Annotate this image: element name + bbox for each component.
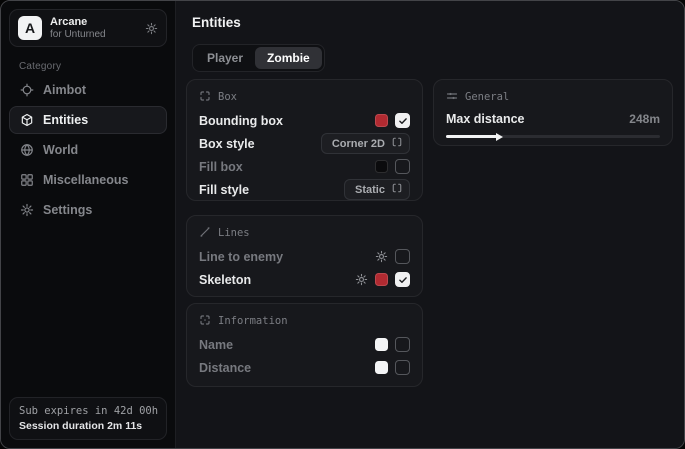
fill-box-checkbox[interactable] bbox=[395, 159, 410, 174]
general-card: General Max distance 248m bbox=[433, 79, 673, 146]
app-name: Arcane bbox=[50, 16, 137, 29]
row-label: Line to enemy bbox=[199, 250, 283, 264]
sub-expires-text: Sub expires in 42d 00h bbox=[19, 405, 157, 417]
line-icon bbox=[199, 226, 211, 241]
color-swatch[interactable] bbox=[375, 114, 388, 127]
row-label: Box style bbox=[199, 137, 255, 151]
sidebar-item-label: Aimbot bbox=[43, 83, 86, 97]
sidebar-nav: Aimbot Entities World bbox=[9, 76, 167, 224]
bounding-box-checkbox[interactable] bbox=[395, 113, 410, 128]
select-brackets-icon bbox=[392, 183, 402, 196]
name-checkbox[interactable] bbox=[395, 337, 410, 352]
max-distance-row: Max distance 248m bbox=[446, 109, 660, 129]
gear-icon[interactable] bbox=[355, 273, 368, 286]
dropdown-value: Corner 2D bbox=[332, 138, 385, 150]
app-subtitle: for Unturned bbox=[50, 29, 137, 41]
skeleton-checkbox[interactable] bbox=[395, 272, 410, 287]
subscription-card: Sub expires in 42d 00h Session duration … bbox=[9, 397, 167, 440]
crosshair-icon bbox=[20, 83, 34, 97]
bounding-box-row: Bounding box bbox=[199, 109, 410, 132]
row-label: Name bbox=[199, 338, 233, 352]
tab-zombie[interactable]: Zombie bbox=[255, 47, 322, 69]
row-label: Skeleton bbox=[199, 273, 251, 287]
sidebar-item-world[interactable]: World bbox=[9, 136, 167, 164]
dropdown-value: Static bbox=[355, 184, 385, 196]
sidebar-item-aimbot[interactable]: Aimbot bbox=[9, 76, 167, 104]
gear-icon bbox=[20, 203, 34, 217]
session-duration-text: Session duration 2m 11s bbox=[19, 420, 157, 432]
card-title: Box bbox=[218, 91, 237, 103]
arcane-window: A Arcane for Unturned Category bbox=[0, 0, 685, 449]
sliders-icon bbox=[446, 90, 458, 105]
gear-icon[interactable] bbox=[375, 250, 388, 263]
lines-card: Lines Line to enemy Ske bbox=[186, 215, 423, 297]
color-swatch[interactable] bbox=[375, 338, 388, 351]
card-title: Information bbox=[218, 315, 288, 327]
page-title: Entities bbox=[192, 15, 241, 30]
entity-tabs: Player Zombie bbox=[192, 44, 325, 72]
app-logo: A bbox=[18, 16, 42, 40]
skeleton-row: Skeleton bbox=[199, 268, 410, 291]
slider-thumb[interactable] bbox=[496, 133, 503, 141]
app-logo-letter: A bbox=[25, 20, 35, 36]
select-brackets-icon bbox=[392, 137, 402, 150]
sidebar-item-settings[interactable]: Settings bbox=[9, 196, 167, 224]
fill-style-row: Fill style Static bbox=[199, 178, 410, 201]
cube-icon bbox=[20, 113, 34, 127]
distance-row: Distance bbox=[199, 356, 410, 379]
app-header-card: A Arcane for Unturned bbox=[9, 9, 167, 47]
tab-player[interactable]: Player bbox=[195, 47, 255, 69]
color-swatch[interactable] bbox=[375, 361, 388, 374]
line-to-enemy-checkbox[interactable] bbox=[395, 249, 410, 264]
gear-icon[interactable] bbox=[145, 22, 158, 35]
sidebar-item-label: World bbox=[43, 143, 78, 157]
row-label: Bounding box bbox=[199, 114, 283, 128]
row-label: Distance bbox=[199, 361, 251, 375]
sidebar-item-miscellaneous[interactable]: Miscellaneous bbox=[9, 166, 167, 194]
main-panel: Entities Player Zombie Box Bounding box bbox=[176, 1, 684, 448]
globe-icon bbox=[20, 143, 34, 157]
grid-icon bbox=[20, 173, 34, 187]
sidebar: A Arcane for Unturned Category bbox=[1, 1, 176, 448]
category-label: Category bbox=[19, 61, 167, 72]
sidebar-item-entities[interactable]: Entities bbox=[9, 106, 167, 134]
sidebar-item-label: Settings bbox=[43, 203, 92, 217]
card-title: General bbox=[465, 91, 509, 103]
slider-fill bbox=[446, 135, 497, 138]
fill-style-dropdown[interactable]: Static bbox=[344, 179, 410, 200]
row-label: Fill box bbox=[199, 160, 243, 174]
scan-corners-icon bbox=[199, 90, 211, 105]
card-title: Lines bbox=[218, 227, 250, 239]
max-distance-slider[interactable] bbox=[446, 135, 660, 138]
box-card: Box Bounding box Box style Corner 2D bbox=[186, 79, 423, 201]
sidebar-item-label: Entities bbox=[43, 113, 88, 127]
name-row: Name bbox=[199, 333, 410, 356]
max-distance-value: 248m bbox=[629, 112, 660, 126]
row-label: Max distance bbox=[446, 112, 525, 126]
distance-checkbox[interactable] bbox=[395, 360, 410, 375]
fill-box-row: Fill box bbox=[199, 155, 410, 178]
color-swatch[interactable] bbox=[375, 160, 388, 173]
color-swatch[interactable] bbox=[375, 273, 388, 286]
row-label: Fill style bbox=[199, 183, 249, 197]
line-to-enemy-row: Line to enemy bbox=[199, 245, 410, 268]
scan-info-icon bbox=[199, 314, 211, 329]
box-style-dropdown[interactable]: Corner 2D bbox=[321, 133, 410, 154]
box-style-row: Box style Corner 2D bbox=[199, 132, 410, 155]
information-card: Information Name Distance bbox=[186, 303, 423, 387]
sidebar-item-label: Miscellaneous bbox=[43, 173, 128, 187]
